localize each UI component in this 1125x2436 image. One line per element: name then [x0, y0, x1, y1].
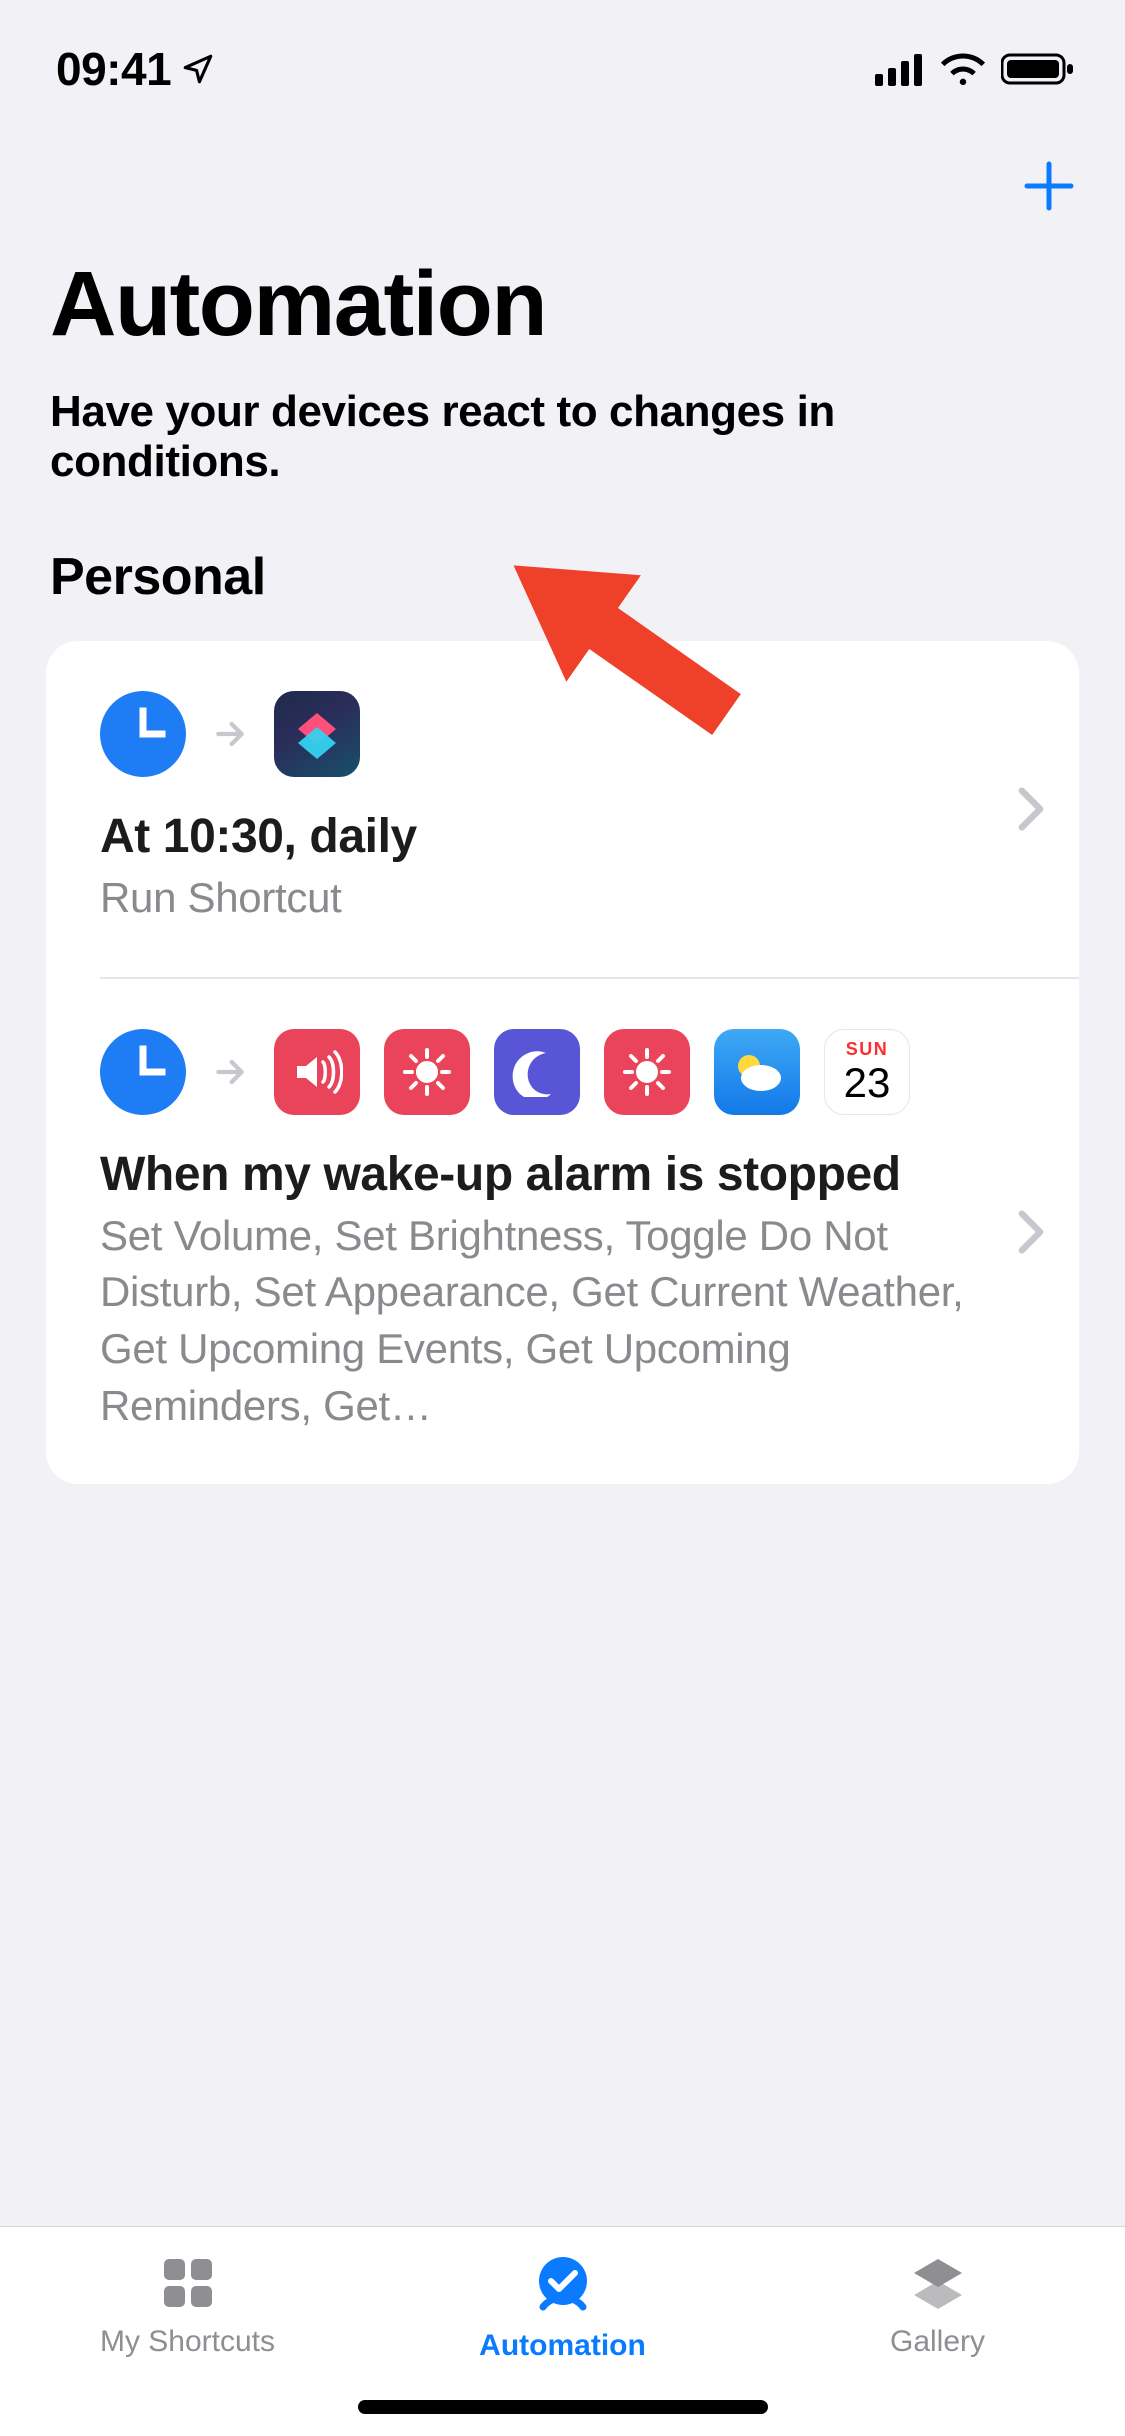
- icon-flow: SUN 23: [100, 1029, 999, 1115]
- automation-title: When my wake-up alarm is stopped: [100, 1147, 999, 1202]
- clock-icon: [100, 1029, 186, 1115]
- chevron-right-icon: [1017, 787, 1045, 831]
- battery-icon: [1001, 52, 1075, 86]
- tab-my-shortcuts[interactable]: My Shortcuts: [0, 2251, 375, 2359]
- page-title: Automation: [50, 252, 1075, 357]
- brightness-icon: [384, 1029, 470, 1115]
- tab-label: My Shortcuts: [100, 2325, 275, 2359]
- gallery-icon: [906, 2251, 970, 2315]
- brightness-icon: [604, 1029, 690, 1115]
- automation-subtitle: Set Volume, Set Brightness, Toggle Do No…: [100, 1208, 999, 1435]
- automation-subtitle: Run Shortcut: [100, 870, 1039, 927]
- icon-flow: [100, 691, 1039, 777]
- calendar-day: SUN: [846, 1039, 889, 1060]
- section-label: Personal: [50, 547, 1075, 607]
- tab-automation[interactable]: Automation: [375, 2251, 750, 2363]
- arrow-right-icon: [210, 714, 250, 754]
- title-block: Automation Have your devices react to ch…: [0, 222, 1125, 607]
- automation-title: At 10:30, daily: [100, 809, 1039, 864]
- volume-icon: [274, 1029, 360, 1115]
- grid-icon: [156, 2251, 220, 2315]
- automation-tab-icon: [529, 2251, 597, 2319]
- automations-card: At 10:30, daily Run Shortcut: [46, 641, 1079, 1484]
- automation-row[interactable]: At 10:30, daily Run Shortcut: [46, 641, 1079, 977]
- wifi-icon: [939, 52, 987, 86]
- tab-gallery[interactable]: Gallery: [750, 2251, 1125, 2359]
- calendar-icon: SUN 23: [824, 1029, 910, 1115]
- status-right: [875, 52, 1075, 86]
- arrow-right-icon: [210, 1052, 250, 1092]
- location-icon: [181, 52, 215, 86]
- automation-row[interactable]: SUN 23 When my wake-up alarm is stopped …: [100, 977, 1079, 1485]
- header-actions: [0, 120, 1125, 222]
- add-automation-button[interactable]: [1013, 150, 1085, 222]
- status-time: 09:41: [56, 42, 171, 96]
- calendar-date: 23: [844, 1062, 891, 1104]
- chevron-right-icon: [1017, 1210, 1045, 1254]
- clock-icon: [100, 691, 186, 777]
- status-bar: 09:41: [0, 0, 1125, 120]
- shortcuts-app-icon: [274, 691, 360, 777]
- home-indicator[interactable]: [358, 2400, 768, 2414]
- plus-icon: [1021, 158, 1077, 214]
- moon-icon: [494, 1029, 580, 1115]
- cellular-icon: [875, 52, 925, 86]
- tab-label: Automation: [479, 2329, 646, 2363]
- status-time-group: 09:41: [56, 42, 215, 96]
- weather-icon: [714, 1029, 800, 1115]
- tab-label: Gallery: [890, 2325, 985, 2359]
- page-subtitle: Have your devices react to changes in co…: [50, 387, 1075, 487]
